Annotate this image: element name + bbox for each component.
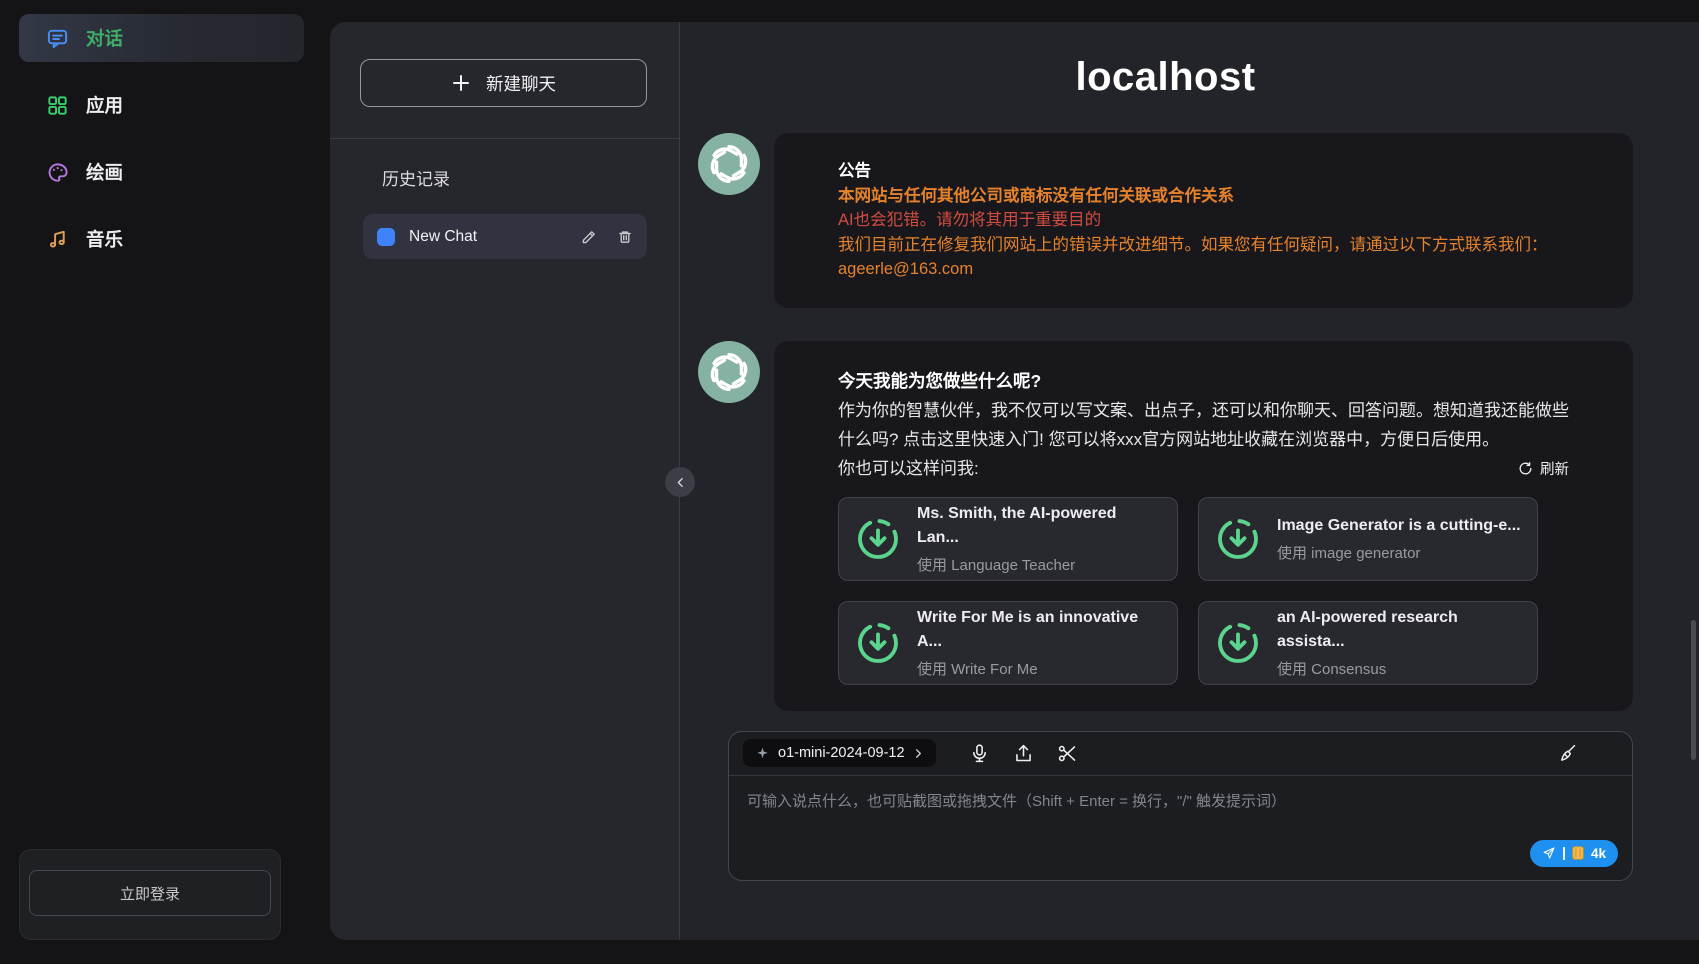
card-subtitle: 使用 Write For Me [917, 658, 1161, 679]
greeting-hint: 你也可以这样问我: [838, 454, 1518, 483]
greeting-bubble: 今天我能为您做些什么呢? 作为你的智慧伙伴，我不仅可以写文案、出点子，还可以和你… [774, 341, 1633, 711]
upload-icon[interactable] [1013, 743, 1034, 764]
download-circle-icon [855, 516, 901, 562]
greeting-body: 作为你的智慧伙伴，我不仅可以写文案、出点子，还可以和你聊天、回答问题。想知道我还… [838, 396, 1569, 454]
new-chat-label: 新建聊天 [486, 71, 556, 96]
composer-body: 4k [729, 776, 1632, 879]
sidebar-nav: 对话 应用 绘画 [0, 0, 330, 263]
plus-icon [451, 73, 471, 93]
card-title: Ms. Smith, the AI-powered Lan... [917, 502, 1161, 548]
announcement-heading: 公告 [838, 159, 1569, 184]
chat-item-color-icon [377, 228, 395, 246]
suggestion-card[interactable]: Write For Me is an innovative A... 使用 Wr… [838, 601, 1178, 685]
badge-divider [1563, 847, 1565, 860]
chevron-left-icon [674, 476, 687, 489]
apps-grid-icon [46, 94, 69, 117]
chat-bubble-icon [46, 27, 69, 50]
delete-trash-icon[interactable] [617, 229, 633, 245]
sidebar-item-chat[interactable]: 对话 [19, 14, 304, 62]
token-count: 4k [1591, 846, 1606, 861]
composer: o1-mini-2024-09-12 [728, 731, 1633, 881]
send-button[interactable]: 4k [1530, 840, 1618, 867]
chat-list-panel: 新建聊天 历史记录 New Chat [330, 22, 680, 940]
model-name: o1-mini-2024-09-12 [778, 745, 905, 761]
music-note-icon [46, 228, 69, 251]
send-plane-icon [1542, 846, 1556, 860]
history-header: 历史记录 [382, 165, 679, 190]
download-circle-icon [1215, 620, 1261, 666]
suggestion-card[interactable]: an AI-powered research assista... 使用 Con… [1198, 601, 1538, 685]
microphone-icon[interactable] [969, 743, 990, 764]
palette-icon [46, 161, 69, 184]
composer-toolbar: o1-mini-2024-09-12 [729, 732, 1632, 776]
openai-logo-icon [706, 141, 752, 187]
hint-row: 你也可以这样问我: 刷新 [838, 454, 1569, 483]
assistant-avatar [698, 341, 760, 403]
suggestion-cards: Ms. Smith, the AI-powered Lan... 使用 Lang… [838, 497, 1569, 685]
card-title: an AI-powered research assista... [1277, 606, 1521, 652]
chevron-right-icon [913, 748, 924, 759]
page-title: localhost [698, 55, 1633, 100]
openai-logo-icon [706, 349, 752, 395]
suggestion-card[interactable]: Ms. Smith, the AI-powered Lan... 使用 Lang… [838, 497, 1178, 581]
download-circle-icon [1215, 516, 1261, 562]
new-chat-button[interactable]: 新建聊天 [360, 59, 647, 107]
chat-list-divider [330, 138, 679, 139]
message-announcement: 公告 本网站与任何其他公司或商标没有任何关联或合作关系 AI也会犯错。请勿将其用… [698, 133, 1633, 308]
card-subtitle: 使用 image generator [1277, 542, 1521, 563]
card-subtitle: 使用 Consensus [1277, 658, 1521, 679]
token-coin-icon [1572, 846, 1584, 860]
announcement-bubble: 公告 本网站与任何其他公司或商标没有任何关联或合作关系 AI也会犯错。请勿将其用… [774, 133, 1633, 308]
sidebar: 对话 应用 绘画 [0, 0, 330, 964]
card-title: Image Generator is a cutting-e... [1277, 514, 1521, 537]
sidebar-item-label: 应用 [86, 92, 123, 118]
workspace: 新建聊天 历史记录 New Chat localhost [330, 22, 1699, 940]
message-greeting: 今天我能为您做些什么呢? 作为你的智慧伙伴，我不仅可以写文案、出点子，还可以和你… [698, 341, 1633, 711]
sidebar-item-label: 音乐 [86, 226, 123, 252]
clear-broom-icon[interactable] [1557, 743, 1578, 764]
sidebar-item-label: 绘画 [86, 159, 123, 185]
chat-main: localhost 公告 本网站与任何其他公司或商标没有任何关联或合作关系 AI… [680, 22, 1699, 940]
scrollbar-thumb[interactable] [1691, 620, 1696, 760]
suggestion-card[interactable]: Image Generator is a cutting-e... 使用 ima… [1198, 497, 1538, 581]
sidebar-item-paint[interactable]: 绘画 [19, 148, 304, 196]
scissors-icon[interactable] [1057, 743, 1078, 764]
greeting-heading: 今天我能为您做些什么呢? [838, 367, 1569, 396]
message-input[interactable] [729, 776, 1632, 846]
sidebar-item-label: 对话 [86, 25, 123, 51]
login-button[interactable]: 立即登录 [29, 870, 271, 916]
announcement-line: AI也会犯错。请勿将其用于重要目的 [838, 208, 1569, 233]
announcement-email[interactable]: ageerle@163.com [838, 257, 1569, 282]
login-card: 立即登录 [19, 849, 281, 940]
model-selector[interactable]: o1-mini-2024-09-12 [743, 739, 936, 767]
announcement-line: 本网站与任何其他公司或商标没有任何关联或合作关系 [838, 184, 1569, 209]
sparkle-icon [755, 746, 770, 761]
card-title: Write For Me is an innovative A... [917, 606, 1161, 652]
card-subtitle: 使用 Language Teacher [917, 554, 1161, 575]
chat-list-item[interactable]: New Chat [363, 214, 647, 259]
sidebar-item-music[interactable]: 音乐 [19, 215, 304, 263]
refresh-label: 刷新 [1540, 458, 1569, 479]
edit-pencil-icon[interactable] [581, 229, 597, 245]
chat-item-title: New Chat [409, 228, 567, 246]
announcement-line: 我们目前正在修复我们网站上的错误并改进细节。如果您有任何疑问，请通过以下方式联系… [838, 233, 1569, 258]
sidebar-collapse-button[interactable] [665, 467, 695, 497]
assistant-avatar [698, 133, 760, 195]
sidebar-item-apps[interactable]: 应用 [19, 81, 304, 129]
download-circle-icon [855, 620, 901, 666]
refresh-icon [1518, 461, 1533, 476]
refresh-button[interactable]: 刷新 [1518, 458, 1569, 479]
